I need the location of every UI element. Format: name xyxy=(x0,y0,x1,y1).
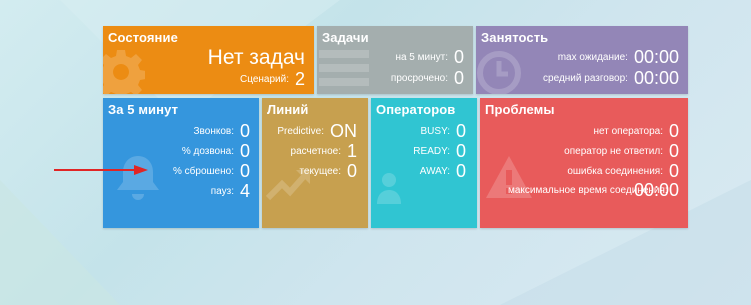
busy-value-1: 00:00 xyxy=(633,47,679,67)
busy-title: Занятость xyxy=(481,30,549,45)
five-min-title: За 5 минут xyxy=(108,102,179,117)
five-min-row-2: % дозвона: 0 xyxy=(182,142,250,160)
lines-label-2: расчетное: xyxy=(290,145,341,157)
scenario-label: Сценарий: xyxy=(239,73,289,85)
lines-row-2: расчетное: 1 xyxy=(291,142,357,160)
five-min-row-4: пауз: 4 xyxy=(211,182,250,200)
five-min-label-4: пауз: xyxy=(210,185,234,197)
problems-label-1: нет оператора: xyxy=(593,125,663,137)
five-min-label-2: % дозвона: xyxy=(181,145,234,157)
clock-icon xyxy=(477,51,521,94)
problems-label-4: максимальное время соединения: xyxy=(507,184,668,196)
problems-tile: Проблемы нет оператора: 0 оператор не от… xyxy=(480,98,688,228)
lines-label-1: Predictive: xyxy=(277,125,324,137)
five-min-value-3: 0 xyxy=(239,161,250,181)
lines-tile: Линий Predictive: ON расчетное: 1 текуще… xyxy=(262,98,368,228)
busy-row-2: средний разговор: 00:00 xyxy=(543,69,679,87)
problems-value-3: 0 xyxy=(668,161,679,181)
state-status: Нет задач xyxy=(207,46,305,69)
busy-tile: Занятость max ожидание: 00:00 средний ра… xyxy=(476,26,688,94)
lines-value-1: ON xyxy=(330,121,357,141)
busy-row-1: max ожидание: 00:00 xyxy=(558,48,679,66)
state-title: Состояние xyxy=(108,30,178,45)
busy-value-2: 00:00 xyxy=(633,68,679,88)
problems-row-2: оператор не ответил: 0 xyxy=(564,142,679,160)
operators-tile: Операторов BUSY: 0 READY: 0 AWAY: 0 xyxy=(371,98,477,228)
problems-value-4: 00:00 xyxy=(633,180,679,200)
problems-label-2: оператор не ответил: xyxy=(564,145,663,157)
busy-label-2: средний разговор: xyxy=(543,72,628,84)
problems-value-1: 0 xyxy=(668,121,679,141)
operators-label-2: READY: xyxy=(413,145,450,157)
five-min-label-1: Звонков: xyxy=(193,125,234,137)
scenario-value: 2 xyxy=(294,69,305,89)
bell-icon xyxy=(117,156,159,200)
operators-label-1: BUSY: xyxy=(420,125,450,137)
tasks-value-2: 0 xyxy=(453,68,464,88)
problems-title: Проблемы xyxy=(485,102,555,117)
annotation-arrow-icon xyxy=(54,165,148,175)
lines-row-1: Predictive: ON xyxy=(277,122,357,140)
lines-label-3: текущее: xyxy=(299,165,341,177)
five-min-value-4: 4 xyxy=(239,181,250,201)
operators-title: Операторов xyxy=(376,102,456,117)
scenario-row: Сценарий: 2 xyxy=(240,70,305,88)
busy-label-1: max ожидание: xyxy=(557,51,628,63)
five-min-label-3: % сброшено: xyxy=(173,165,234,177)
problems-row-1: нет оператора: 0 xyxy=(594,122,680,140)
lines-value-3: 0 xyxy=(346,161,357,181)
five-min-value-1: 0 xyxy=(239,121,250,141)
list-icon xyxy=(319,50,369,86)
problems-row-3: ошибка соединения: 0 xyxy=(567,162,679,180)
tasks-title: Задачи xyxy=(322,30,369,45)
five-min-row-1: Звонков: 0 xyxy=(194,122,250,140)
operators-value-1: 0 xyxy=(455,121,466,141)
users-icon xyxy=(377,173,401,204)
five-min-value-2: 0 xyxy=(239,141,250,161)
tasks-label-1: на 5 минут: xyxy=(395,51,448,63)
operators-value-2: 0 xyxy=(455,141,466,161)
problems-row-4: максимальное время соединения: 00:00 xyxy=(508,181,679,199)
tasks-label-2: просрочено: xyxy=(390,72,448,84)
gear-icon xyxy=(103,50,145,94)
operators-row-2: READY: 0 xyxy=(413,142,466,160)
tasks-row-2: просрочено: 0 xyxy=(391,69,464,87)
tasks-tile: Задачи на 5 минут: 0 просрочено: 0 xyxy=(317,26,473,94)
operators-row-3: AWAY: 0 xyxy=(420,162,466,180)
problems-label-3: ошибка соединения: xyxy=(567,165,663,177)
state-tile: Состояние Нет задач Сценарий: 2 xyxy=(103,26,314,94)
lines-title: Линий xyxy=(267,102,309,117)
lines-value-2: 1 xyxy=(346,141,357,161)
tasks-value-1: 0 xyxy=(453,47,464,67)
operators-value-3: 0 xyxy=(455,161,466,181)
tasks-row-1: на 5 минут: 0 xyxy=(395,48,464,66)
five-min-row-3: % сброшено: 0 xyxy=(173,162,250,180)
five-min-tile: За 5 минут Звонков: 0 % дозвона: 0 % сбр… xyxy=(103,98,259,228)
problems-value-2: 0 xyxy=(668,141,679,161)
lines-row-3: текущее: 0 xyxy=(299,162,357,180)
operators-row-1: BUSY: 0 xyxy=(421,122,466,140)
operators-label-3: AWAY: xyxy=(419,165,450,177)
